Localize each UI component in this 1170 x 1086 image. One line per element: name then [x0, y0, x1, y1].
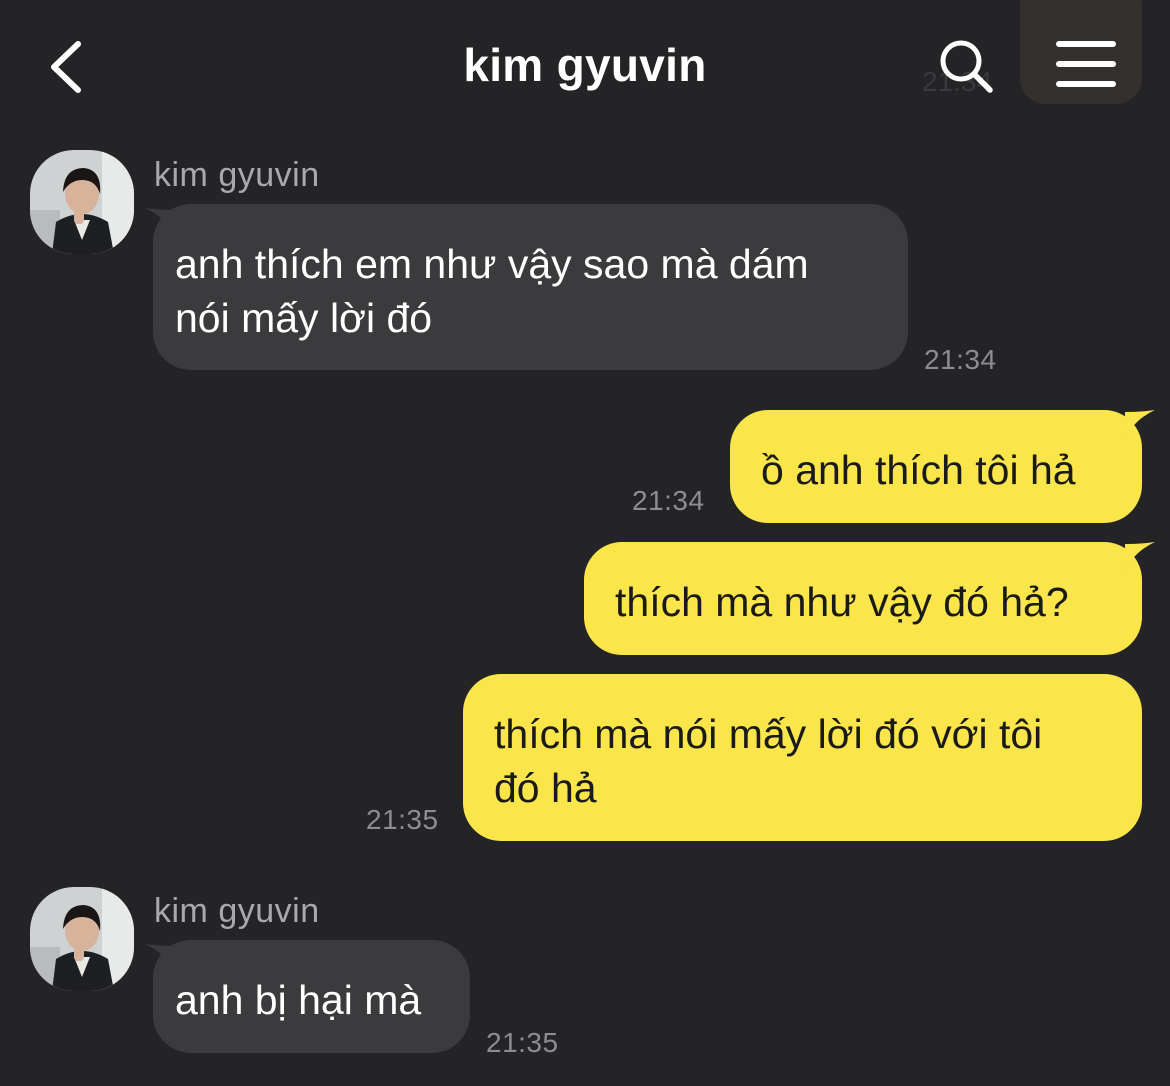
bubble-tail — [1125, 410, 1155, 440]
search-icon — [940, 40, 993, 93]
menu-bar-top — [1056, 41, 1116, 47]
avatar-photo — [30, 150, 134, 254]
message-bubble-outgoing[interactable]: thích mà như vậy đó hả? — [584, 542, 1142, 655]
bubble-tail — [1125, 542, 1155, 572]
message-timestamp: 21:35 — [366, 804, 439, 835]
message-timestamp: 21:34 — [924, 344, 997, 375]
message-line: thích mà như vậy đó hả? — [615, 579, 1069, 625]
message-line: ồ anh thích tôi hả — [761, 447, 1076, 493]
message-timestamp: 21:35 — [486, 1027, 559, 1058]
message-timestamp: 21:34 — [632, 485, 705, 516]
sender-name: kim gyuvin — [154, 892, 320, 930]
menu-bar-middle — [1056, 61, 1116, 67]
message-bubble-outgoing[interactable]: thích mà nói mấy lời đó với tôi đó hả — [463, 674, 1142, 841]
message-bubble-outgoing[interactable]: ồ anh thích tôi hả — [730, 410, 1142, 523]
message-line: nói mấy lời đó — [175, 295, 433, 341]
avatar-photo — [30, 887, 134, 991]
menu-bar-bottom — [1056, 81, 1116, 87]
sender-name: kim gyuvin — [154, 156, 320, 194]
message-line: anh bị hại mà — [175, 977, 422, 1023]
message-bubble-incoming[interactable]: anh bị hại mà — [153, 940, 470, 1053]
avatar[interactable] — [30, 150, 134, 254]
message-line: thích mà nói mấy lời đó với tôi — [494, 711, 1043, 757]
message-line: đó hả — [494, 765, 597, 811]
menu-button[interactable] — [1020, 0, 1142, 104]
search-button[interactable] — [936, 36, 996, 96]
chat-header: kim gyuvin 21:34 — [0, 0, 1170, 135]
avatar[interactable] — [30, 887, 134, 991]
message-line: anh thích em như vậy sao mà dám — [175, 241, 809, 287]
message-bubble-incoming[interactable]: anh thích em như vậy sao mà dám nói mấy … — [153, 204, 908, 370]
